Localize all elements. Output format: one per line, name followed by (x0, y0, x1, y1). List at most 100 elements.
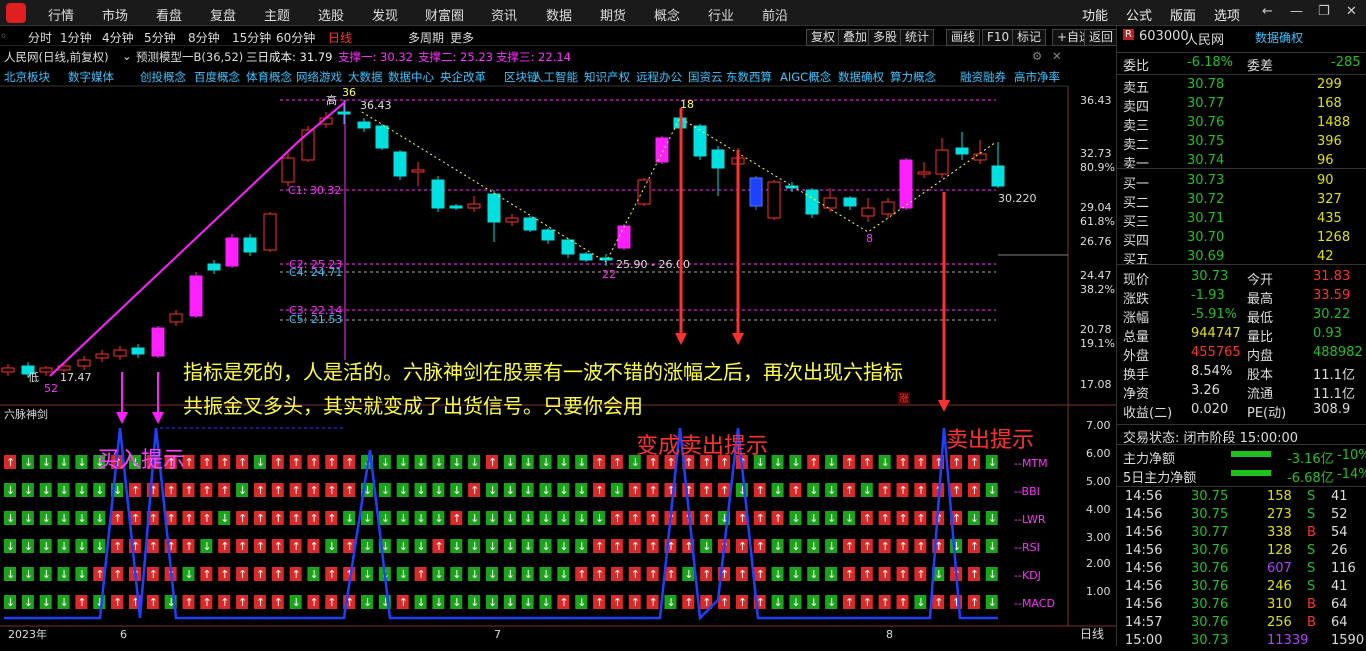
menu-item[interactable]: 资讯 (491, 5, 517, 24)
signal-arrow: ↑ (238, 540, 247, 553)
period-tab[interactable]: 分时 (28, 29, 52, 46)
menu-item[interactable]: 看盘 (156, 5, 182, 24)
quote-cell: B (1307, 525, 1316, 540)
concept-tag[interactable]: 央企改革 (440, 69, 486, 85)
signal-arrow: ↓ (809, 484, 818, 497)
period-tab[interactable]: 60分钟 (276, 29, 315, 46)
concept-tag[interactable]: 创投概念 (140, 69, 186, 85)
quote-cell: -6.68亿 (1287, 471, 1334, 486)
concept-tag[interactable]: 北京板块 (4, 69, 50, 85)
concept-tag[interactable]: 体育概念 (246, 69, 292, 85)
concept-tag[interactable]: 国资云 (688, 69, 723, 85)
menu-item[interactable]: 发现 (372, 5, 398, 24)
settings-icon[interactable]: ⚙ (1032, 49, 1042, 63)
back-icon[interactable]: ← (1262, 4, 1273, 19)
menu-right-item[interactable]: 功能 (1082, 5, 1108, 24)
concept-tag[interactable]: 数据中心 (388, 69, 434, 85)
concept-tag[interactable]: 东数西算 (726, 69, 772, 85)
concept-tag[interactable]: 人工智能 (532, 69, 578, 85)
concept-tag[interactable]: 大数据 (348, 69, 383, 85)
signal-arrow: ↓ (916, 596, 925, 609)
concept-tag[interactable]: 高市净率 (1014, 69, 1060, 85)
signal-arrow: ↓ (24, 484, 33, 497)
indicator-tick: 6.00 (1086, 447, 1111, 460)
signal-arrow: ↓ (434, 456, 443, 469)
maximize-icon[interactable]: ❐ (1318, 4, 1330, 19)
period-tab[interactable]: 15分钟 (232, 29, 271, 46)
close-icon[interactable]: ✕ (1346, 4, 1357, 19)
menu-item[interactable]: 选股 (318, 5, 344, 24)
chevron-down-icon[interactable]: ⌄ (122, 49, 132, 63)
menu-right-item[interactable]: 公式 (1126, 5, 1152, 24)
period-tab[interactable]: 4分钟 (102, 29, 134, 46)
signal-arrow: ↑ (292, 540, 301, 553)
quote-cell: 卖二 (1123, 138, 1150, 153)
signal-arrow: ↓ (77, 540, 86, 553)
minimize-icon[interactable]: — (1290, 4, 1303, 19)
toolbar-button[interactable]: 标记 (1012, 29, 1047, 46)
menu-item[interactable]: 数据 (546, 5, 572, 24)
concept-tag[interactable]: 知识产权 (584, 69, 630, 85)
concept-tag[interactable]: 数据确权 (838, 69, 884, 85)
quote-row: 外盘 455765 内盘 488982 (1117, 344, 1366, 364)
candle-body (337, 111, 351, 115)
signal-arrow: ↓ (24, 568, 33, 581)
quote-cell: 30.73 (1191, 269, 1229, 284)
quote-cell: 944747 (1191, 326, 1241, 341)
toolbar-button[interactable]: 复权 (806, 29, 841, 46)
concept-tag[interactable]: 网络游戏 (296, 69, 342, 85)
toolbar-button[interactable]: 多股 (868, 29, 903, 46)
signal-arrow: ↓ (95, 540, 104, 553)
toolbar-button[interactable]: 叠加 (838, 29, 873, 46)
signal-arrow: ↓ (399, 484, 408, 497)
candle-body (243, 237, 257, 253)
concept-tag[interactable]: 远程办公 (636, 69, 682, 85)
toolbar-button[interactable]: 统计 (900, 29, 935, 46)
menu-item[interactable]: 概念 (654, 5, 680, 24)
quote-cell: 30.73 (1187, 173, 1225, 188)
signal-arrow: ↓ (666, 596, 675, 609)
menu-right-item[interactable]: 选项 (1214, 5, 1240, 24)
candle-body (169, 313, 183, 323)
signal-arrow: ↑ (274, 540, 283, 553)
period-tab[interactable]: 更多 (450, 29, 474, 46)
menu-item[interactable]: 期货 (600, 5, 626, 24)
concept-tag[interactable]: 融资融券 (960, 69, 1006, 85)
indicator-row-label: --KDJ (1014, 569, 1041, 582)
signal-arrow: ↑ (488, 456, 497, 469)
signal-arrow: ↑ (881, 540, 890, 553)
signal-arrow: ↑ (899, 484, 908, 497)
signal-arrow: ↓ (791, 456, 800, 469)
period-tab[interactable]: 1分钟 (60, 29, 92, 46)
quote-cell: 158 (1267, 489, 1292, 504)
menu-item[interactable]: 前沿 (762, 5, 788, 24)
candle-body (467, 203, 481, 209)
concept-tag[interactable]: 百度概念 (194, 69, 240, 85)
menu-right-item[interactable]: 版面 (1170, 5, 1196, 24)
menu-item[interactable]: 行业 (708, 5, 734, 24)
candle-body (39, 367, 53, 373)
close-indicator-icon[interactable]: ✕ (1052, 49, 1062, 63)
signal-arrow: ↑ (774, 512, 783, 525)
menu-item[interactable]: 行情 (48, 5, 74, 24)
quote-cell: 273 (1267, 507, 1292, 522)
toolbar-button[interactable]: 返回 (1084, 29, 1119, 46)
concept-tag[interactable]: 数字媒体 (68, 69, 114, 85)
bottom-period-tab[interactable]: 日线 (1080, 627, 1104, 641)
period-tab[interactable]: 8分钟 (188, 29, 220, 46)
menu-item[interactable]: 主题 (264, 5, 290, 24)
kline-chart[interactable]: 36.43 32.7380.9% 29.0461.8% 26.76 24.4738.2%… (0, 46, 1116, 646)
signal-arrow: ↑ (881, 512, 890, 525)
period-tab[interactable]: 日线 (328, 29, 352, 46)
stock-tag[interactable]: 数据确权 (1255, 29, 1303, 46)
menu-item[interactable]: 财富圈 (425, 5, 464, 24)
concept-tag[interactable]: 算力概念 (890, 69, 936, 85)
toolbar-button[interactable]: F10 (982, 29, 1015, 46)
concept-tag[interactable]: AIGC概念 (780, 69, 831, 85)
period-tab[interactable]: 多周期 (408, 29, 444, 46)
menu-item[interactable]: 市场 (102, 5, 128, 24)
quote-cell: 41 (1331, 489, 1348, 504)
toolbar-button[interactable]: 画线 (946, 29, 981, 46)
menu-item[interactable]: 复盘 (210, 5, 236, 24)
period-tab[interactable]: 5分钟 (144, 29, 176, 46)
